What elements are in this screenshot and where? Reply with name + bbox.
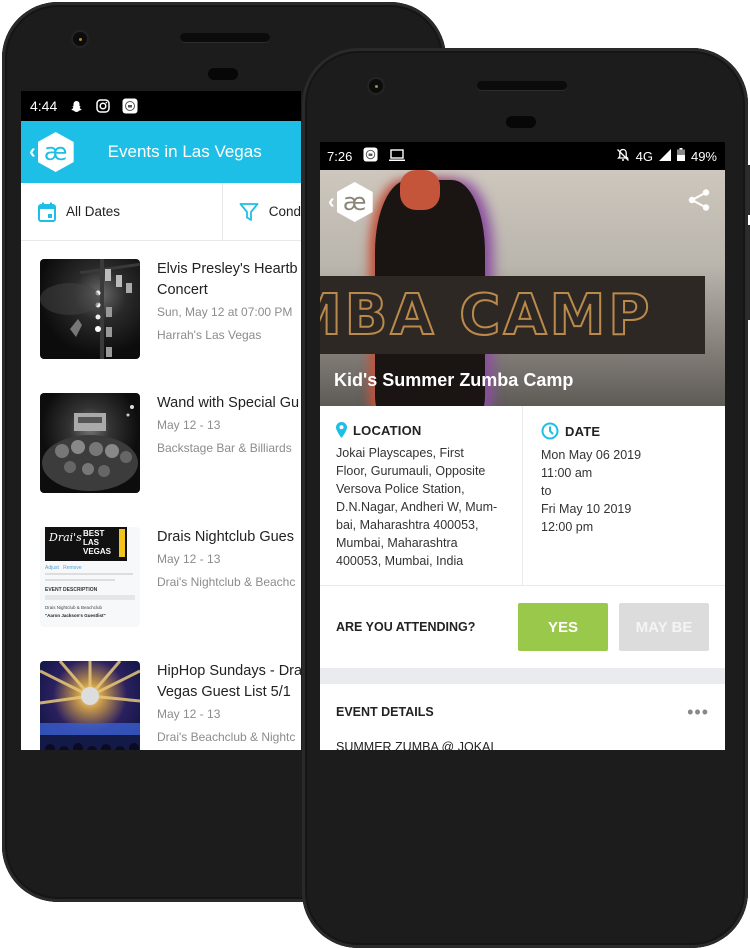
event-list-item[interactable]: Drai's BEST LAS VEGAS Adjust Remove EVEN… bbox=[21, 527, 301, 637]
app-notification-icon bbox=[363, 147, 378, 165]
front-camera bbox=[73, 32, 87, 46]
event-list-item[interactable]: Wand with Special Gu May 12 - 13 Backsta… bbox=[21, 393, 301, 503]
side-button bbox=[746, 225, 750, 320]
app-notification-icon bbox=[122, 98, 138, 114]
clock-icon bbox=[541, 422, 559, 440]
back-button[interactable]: ‹ æ bbox=[328, 182, 373, 222]
event-venue: Drai's Beachclub & Nightc bbox=[157, 730, 296, 744]
event-venue: Drai's Nightclub & Beachc bbox=[157, 575, 296, 589]
status-bar: 4:44 bbox=[21, 91, 301, 121]
all-dates-filter[interactable]: All Dates bbox=[21, 183, 223, 240]
location-section: LOCATION Jokai Playscapes, First Floor, … bbox=[320, 406, 523, 585]
event-details-label: EVENT DETAILS bbox=[336, 705, 434, 719]
location-label: LOCATION bbox=[353, 422, 422, 438]
event-hero-image: MBA CAMP ‹ æ Kid's Summer Zumba Camp bbox=[320, 170, 725, 406]
section-divider bbox=[320, 668, 725, 684]
event-title: Drais Nightclub Gues bbox=[157, 529, 294, 545]
event-title: Elvis Presley's Heartb bbox=[157, 261, 298, 277]
event-date: May 12 - 13 bbox=[157, 418, 221, 432]
notifications-off-icon bbox=[616, 148, 630, 165]
earpiece-speaker bbox=[180, 33, 270, 42]
event-date: Sun, May 12 at 07:00 PM bbox=[157, 305, 293, 319]
more-options-icon[interactable]: ••• bbox=[687, 702, 709, 723]
status-time: 4:44 bbox=[30, 98, 58, 114]
event-list-item[interactable]: HipHop Sundays - Dra Vegas Guest List 5/… bbox=[21, 661, 301, 750]
event-title: Kid's Summer Zumba Camp bbox=[334, 370, 574, 390]
yes-button[interactable]: YES bbox=[518, 603, 608, 651]
network-type: 4G bbox=[635, 148, 653, 164]
event-details-header: EVENT DETAILS ••• bbox=[320, 684, 725, 740]
share-icon[interactable] bbox=[687, 188, 711, 217]
event-text: Elvis Presley's Heartb Concert Sun, May … bbox=[157, 259, 298, 347]
location-address: Jokai Playscapes, First Floor, Gurumauli… bbox=[336, 446, 498, 568]
event-thumbnail bbox=[40, 393, 140, 493]
event-venue: Backstage Bar & Billiards bbox=[157, 441, 292, 455]
event-title-line2: Vegas Guest List 5/1 bbox=[157, 684, 291, 700]
proximity-sensor bbox=[506, 116, 536, 128]
event-date: May 12 - 13 bbox=[157, 552, 221, 566]
event-title: HipHop Sundays - Dra bbox=[157, 663, 301, 679]
hero-banner: MBA CAMP bbox=[320, 276, 705, 354]
event-list-item[interactable]: Elvis Presley's Heartb Concert Sun, May … bbox=[21, 259, 301, 369]
event-thumbnail bbox=[40, 259, 140, 359]
event-list-screen: 4:44 ‹ æ Events in Las Vegas All Dates C… bbox=[21, 91, 301, 750]
status-bar: 7:26 4G 49% bbox=[320, 142, 725, 170]
thumb-banner: Drai's BEST LAS VEGAS bbox=[45, 527, 127, 561]
signal-icon bbox=[658, 148, 671, 164]
location-pin-icon bbox=[336, 422, 347, 438]
calendar-icon bbox=[38, 202, 56, 222]
maybe-button[interactable]: MAY BE bbox=[619, 603, 709, 651]
proximity-sensor bbox=[208, 68, 238, 80]
event-details-text: SUMMER ZUMBA @ JOKAI bbox=[336, 740, 494, 750]
event-thumbnail: Drai's BEST LAS VEGAS Adjust Remove EVEN… bbox=[40, 527, 140, 627]
event-text: Drais Nightclub Gues May 12 - 13 Drai's … bbox=[157, 527, 295, 594]
laptop-icon bbox=[389, 148, 406, 165]
all-dates-label: All Dates bbox=[66, 204, 121, 219]
attendance-row: ARE YOU ATTENDING? YES MAY BE bbox=[320, 586, 725, 668]
event-title: Wand with Special Gu bbox=[157, 395, 300, 411]
app-bar: ‹ æ Events in Las Vegas bbox=[21, 121, 301, 183]
battery-percent: 49% bbox=[690, 148, 717, 164]
condition-label: Cond bbox=[268, 204, 301, 219]
date-range: Mon May 06 2019 11:00 am to Fri May 10 2… bbox=[541, 448, 642, 534]
event-info: LOCATION Jokai Playscapes, First Floor, … bbox=[320, 406, 725, 586]
filter-bar: All Dates Cond bbox=[21, 183, 301, 241]
instagram-icon bbox=[95, 98, 111, 114]
banner-text: MBA CAMP bbox=[320, 282, 653, 349]
app-logo-icon[interactable]: æ bbox=[37, 132, 74, 172]
app-logo-icon: æ bbox=[336, 182, 373, 222]
event-text: HipHop Sundays - Dra Vegas Guest List 5/… bbox=[157, 661, 301, 749]
snapchat-icon bbox=[68, 98, 84, 114]
attending-question: ARE YOU ATTENDING? bbox=[336, 620, 476, 634]
event-venue: Harrah's Las Vegas bbox=[157, 328, 262, 342]
event-date: May 12 - 13 bbox=[157, 707, 221, 721]
volume-button bbox=[746, 165, 750, 215]
date-section: DATE Mon May 06 2019 11:00 am to Fri May… bbox=[523, 406, 641, 585]
earpiece-speaker bbox=[477, 81, 567, 90]
date-label: DATE bbox=[565, 423, 601, 439]
chevron-left-icon[interactable]: ‹ bbox=[29, 141, 36, 164]
page-title: Events in Las Vegas bbox=[107, 142, 262, 161]
front-camera bbox=[369, 79, 383, 93]
condition-filter[interactable]: Cond bbox=[223, 183, 301, 240]
chevron-left-icon: ‹ bbox=[328, 190, 335, 213]
filter-icon bbox=[239, 202, 259, 222]
event-detail-screen: 7:26 4G 49% MBA CAMP ‹ æ Kid's Summer Zu… bbox=[320, 142, 725, 750]
event-thumbnail bbox=[40, 661, 140, 750]
event-text: Wand with Special Gu May 12 - 13 Backsta… bbox=[157, 393, 299, 460]
event-title-line2: Concert bbox=[157, 282, 208, 298]
battery-icon bbox=[676, 148, 685, 164]
status-time: 7:26 bbox=[327, 148, 353, 164]
